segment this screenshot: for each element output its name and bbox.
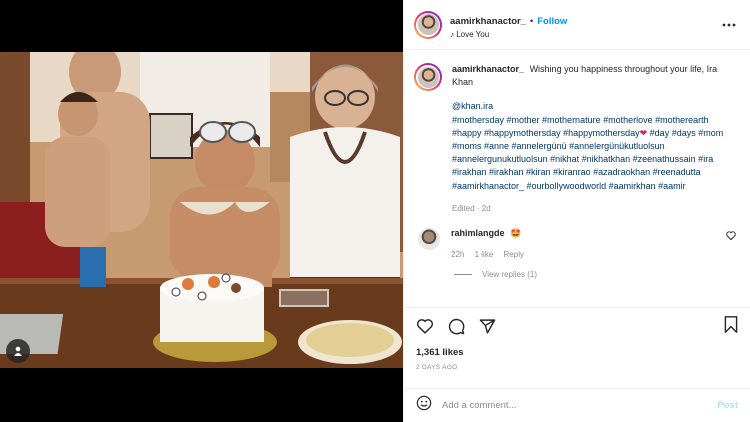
comment-item: rahimlangde 🤩 22h 1 like Reply bbox=[414, 228, 740, 259]
person-icon bbox=[14, 346, 22, 356]
share-icon[interactable] bbox=[479, 318, 496, 335]
post-photo[interactable] bbox=[0, 52, 403, 368]
caption-meta: Edited · 2d bbox=[452, 203, 491, 213]
comment-text: 🤩 bbox=[510, 228, 522, 239]
audio-title: Love You bbox=[456, 29, 490, 39]
view-replies-label: View replies (1) bbox=[482, 270, 537, 280]
heart-icon[interactable] bbox=[416, 318, 434, 334]
caption-mention[interactable]: @khan.ira bbox=[452, 100, 740, 113]
view-replies-button[interactable]: View replies (1) bbox=[454, 270, 740, 279]
replies-divider-line bbox=[454, 274, 472, 276]
commenter-avatar[interactable] bbox=[418, 228, 440, 251]
post-header: aamirkhanactor_ • Follow ♪ Love You bbox=[404, 0, 750, 50]
instagram-post-modal: aamirkhanactor_ • Follow ♪ Love You aamirk… bbox=[0, 0, 750, 422]
likes-count[interactable]: 1,361 likes bbox=[416, 347, 738, 358]
follow-button[interactable]: Follow bbox=[537, 16, 567, 27]
caption: aamirkhanactor_ Wishing you happiness th… bbox=[414, 63, 740, 215]
audio-label[interactable]: ♪ Love You bbox=[450, 30, 567, 40]
music-note-icon: ♪ bbox=[450, 29, 454, 39]
more-horizontal-icon[interactable] bbox=[722, 16, 736, 30]
audio-toggle-button[interactable] bbox=[6, 339, 30, 363]
comment-time[interactable]: 22h bbox=[451, 250, 464, 259]
bookmark-icon[interactable] bbox=[724, 316, 738, 338]
comment-icon[interactable] bbox=[448, 318, 465, 335]
comment-heart-icon[interactable] bbox=[726, 231, 736, 243]
add-comment-bar: Add a comment... Post bbox=[404, 388, 750, 422]
caption-username[interactable]: aamirkhanactor_ bbox=[452, 64, 524, 74]
reply-button[interactable]: Reply bbox=[504, 250, 524, 259]
author-avatar[interactable] bbox=[414, 10, 442, 39]
post-actions: 1,361 likes 2 DAYS AGO bbox=[404, 307, 750, 371]
comments-section[interactable]: aamirkhanactor_ Wishing you happiness th… bbox=[404, 51, 750, 307]
header-separator: • bbox=[530, 15, 534, 26]
comment-input[interactable]: Add a comment... bbox=[442, 400, 717, 411]
emoji-icon[interactable] bbox=[416, 395, 432, 416]
commenter-username[interactable]: rahimlangde bbox=[451, 228, 505, 238]
post-date[interactable]: 2 DAYS AGO bbox=[416, 364, 738, 371]
post-details-panel: aamirkhanactor_ • Follow ♪ Love You aamirk… bbox=[403, 0, 750, 422]
caption-avatar[interactable] bbox=[414, 63, 442, 91]
caption-hashtags: @khan.ira #mothersday #mother #mothernat… bbox=[452, 100, 740, 192]
post-comment-button[interactable]: Post bbox=[717, 400, 738, 411]
author-username[interactable]: aamirkhanactor_ bbox=[450, 16, 526, 27]
comment-like-count[interactable]: 1 like bbox=[475, 250, 494, 259]
post-media[interactable] bbox=[0, 0, 403, 422]
